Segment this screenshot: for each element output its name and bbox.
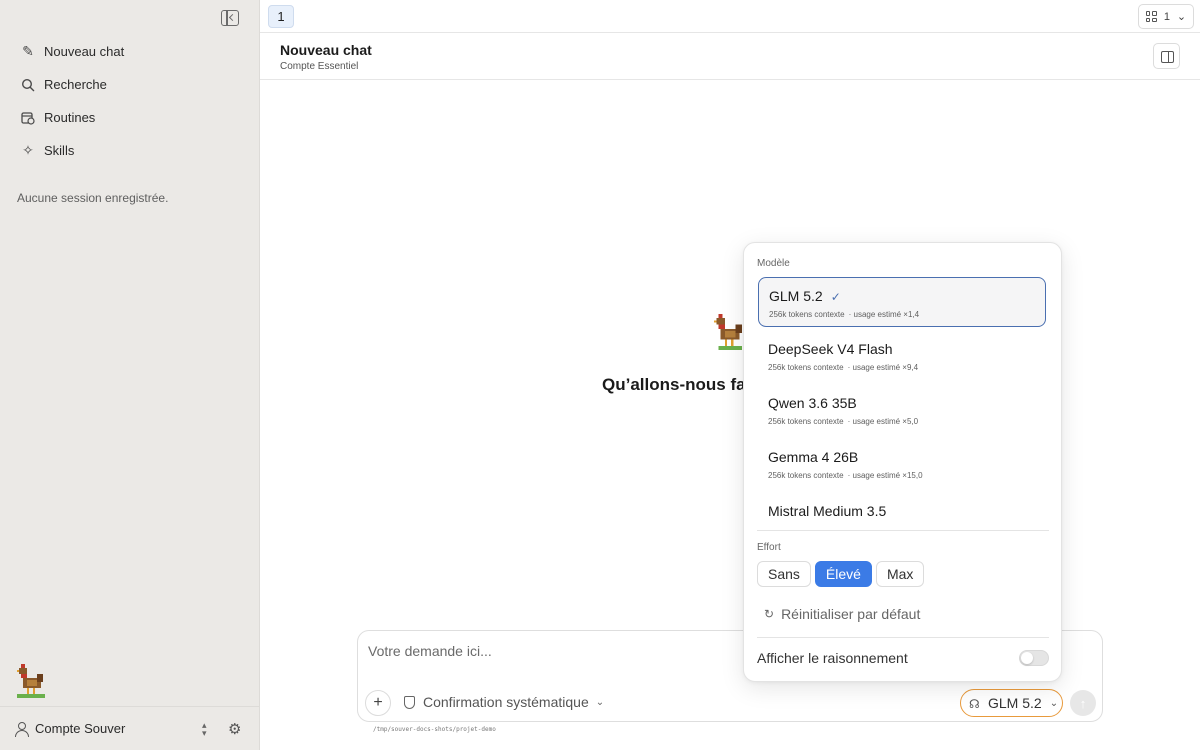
- model-option-deepseek-v4-flash[interactable]: DeepSeek V4 Flash 256k tokens contexte · …: [758, 331, 1046, 381]
- pencil-icon: ✎: [22, 43, 34, 59]
- plus-icon: +: [373, 694, 383, 711]
- account-switcher[interactable]: Compte Souver ▴ ▾ ⚙: [0, 706, 260, 750]
- page-subtitle: Compte Essentiel: [280, 61, 359, 72]
- sidebar-nav: ✎ Nouveau chat Recherche Routines ✧ Skil…: [0, 35, 260, 167]
- model-name: Mistral Medium 3.5: [768, 503, 887, 519]
- model-usage: · usage estimé ×15,0: [847, 471, 923, 480]
- sidebar-item-label: Recherche: [44, 77, 107, 92]
- sidebar-item-label: Routines: [44, 110, 96, 125]
- chevron-updown-icon: ▴ ▾: [202, 720, 207, 738]
- model-context: 256k tokens contexte: [768, 471, 844, 480]
- send-button[interactable]: ↑: [1070, 690, 1096, 716]
- account-name: Compte Souver: [35, 721, 126, 736]
- model-meta: 256k tokens contexte · usage estimé ×9,4: [768, 363, 918, 372]
- model-option-gemma-4-26b[interactable]: Gemma 4 26B 256k tokens contexte · usage …: [758, 439, 1046, 489]
- greeting-text: Qu’allons-nous fair: [602, 375, 757, 394]
- top-bar: 1 1 ⌄: [260, 0, 1200, 33]
- model-usage: · usage estimé ×5,0: [847, 417, 919, 426]
- add-attachment-button[interactable]: +: [365, 690, 391, 716]
- chevron-down-icon: ⌄: [1049, 697, 1059, 709]
- toggle-panel-icon[interactable]: [1153, 43, 1180, 69]
- layout-count: 1: [1163, 10, 1170, 23]
- effort-option-max[interactable]: Max: [875, 561, 925, 587]
- layout-switcher-button[interactable]: 1 ⌄: [1138, 4, 1194, 29]
- sidebar-item-routines[interactable]: Routines: [0, 101, 260, 134]
- prompt-input[interactable]: Votre demande ici...: [368, 643, 492, 659]
- effort-option-eleve[interactable]: Élevé: [814, 561, 872, 587]
- show-reasoning-toggle[interactable]: [1019, 650, 1049, 666]
- model-selector-button[interactable]: ☊ GLM 5.2 ⌄: [960, 689, 1063, 717]
- sparkle-icon: ✧: [22, 142, 34, 158]
- confirmation-mode-dropdown[interactable]: Confirmation systématique ⌄: [404, 694, 604, 710]
- model-context: 256k tokens contexte: [768, 417, 844, 426]
- model-name: GLM 5.2: [769, 288, 823, 304]
- model-option-qwen-3-6-35b[interactable]: Qwen 3.6 35B 256k tokens contexte · usage…: [758, 385, 1046, 435]
- model-name: Gemma 4 26B: [768, 449, 859, 465]
- sidebar-item-label: Nouveau chat: [44, 44, 125, 59]
- sidebar-item-skills[interactable]: ✧ Skills: [0, 134, 260, 167]
- model-meta: 256k tokens contexte · usage estimé ×15,0: [768, 471, 923, 480]
- rooster-mascot-icon: [714, 313, 742, 350]
- model-context: 256k tokens contexte: [769, 310, 845, 319]
- sidebar-item-label: Skills: [44, 143, 75, 158]
- effort-selector: Sans Élevé Max: [757, 561, 925, 587]
- chat-header: Nouveau chat Compte Essentiel: [260, 33, 1200, 80]
- confirmation-mode-label: Confirmation systématique: [423, 694, 589, 710]
- shield-icon: [404, 695, 415, 709]
- collapse-sidebar-icon[interactable]: [221, 10, 239, 26]
- tab-1[interactable]: 1: [268, 5, 294, 28]
- chevron-down-icon: ⌄: [595, 696, 605, 708]
- arrow-up-icon: ↑: [1079, 695, 1087, 711]
- page-title: Nouveau chat: [280, 42, 372, 58]
- model-context: 256k tokens contexte: [768, 363, 844, 372]
- model-meta: 256k tokens contexte · usage estimé ×5,0: [768, 417, 918, 426]
- working-directory-path: /tmp/souver-docs-shots/projet-demo: [373, 726, 496, 733]
- effort-section-label: Effort: [757, 542, 781, 553]
- chevron-down-icon: ⌄: [1176, 11, 1187, 23]
- model-usage: · usage estimé ×1,4: [848, 310, 920, 319]
- model-section-label: Modèle: [757, 258, 790, 269]
- model-name: Qwen 3.6 35B: [768, 395, 857, 411]
- model-option-glm-5-2[interactable]: GLM 5.2 ✓ 256k tokens contexte · usage est…: [758, 277, 1046, 327]
- divider: [757, 530, 1049, 531]
- sidebar-item-nouveau-chat[interactable]: ✎ Nouveau chat: [0, 35, 260, 68]
- model-name: DeepSeek V4 Flash: [768, 341, 893, 357]
- user-icon: [14, 721, 29, 737]
- model-option-title: GLM 5.2 ✓: [769, 288, 841, 304]
- brain-icon: ☊: [969, 696, 980, 711]
- model-meta: 256k tokens contexte · usage estimé ×1,4: [769, 310, 919, 319]
- rooster-mascot-icon: [17, 664, 45, 698]
- show-reasoning-label: Afficher le raisonnement: [757, 650, 908, 666]
- model-usage: · usage estimé ×9,4: [847, 363, 919, 372]
- reset-defaults-label: Réinitialiser par défaut: [781, 606, 921, 622]
- selected-model-label: GLM 5.2: [988, 695, 1042, 711]
- gear-icon[interactable]: ⚙: [228, 720, 241, 738]
- check-icon: ✓: [830, 290, 841, 304]
- refresh-icon: ↻: [764, 607, 775, 621]
- sidebar: ✎ Nouveau chat Recherche Routines ✧ Skil…: [0, 0, 260, 750]
- empty-sessions-message: Aucune session enregistrée.: [17, 191, 169, 205]
- model-popover: Modèle GLM 5.2 ✓ 256k tokens contexte · us…: [743, 242, 1062, 682]
- search-icon: [20, 77, 36, 93]
- grid-icon: [1145, 11, 1157, 22]
- reset-defaults-button[interactable]: ↻ Réinitialiser par défaut: [764, 606, 920, 622]
- model-option-mistral-medium-3-5[interactable]: Mistral Medium 3.5: [758, 493, 1046, 527]
- sidebar-item-recherche[interactable]: Recherche: [0, 68, 260, 101]
- divider: [757, 637, 1049, 638]
- calendar-clock-icon: [20, 110, 36, 126]
- effort-option-sans[interactable]: Sans: [757, 561, 811, 587]
